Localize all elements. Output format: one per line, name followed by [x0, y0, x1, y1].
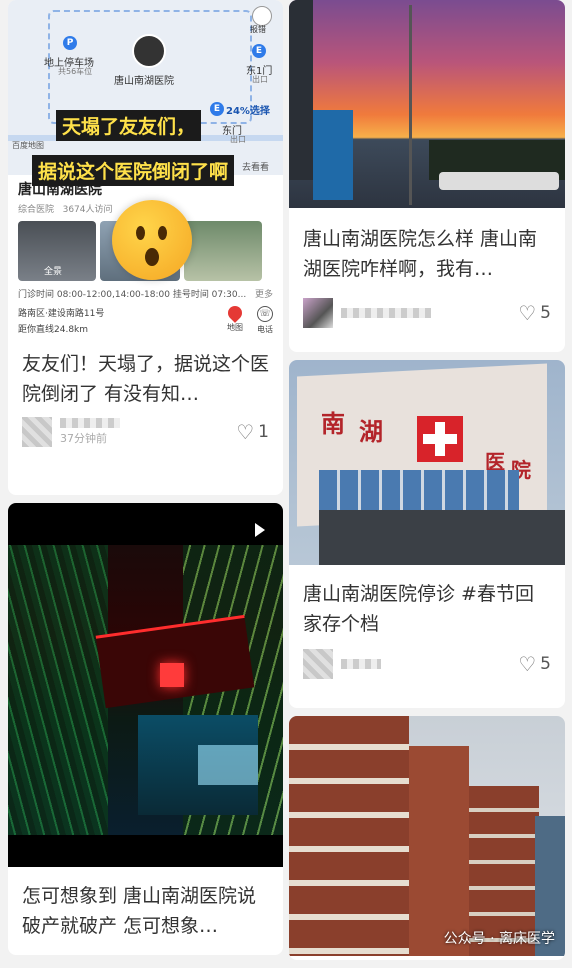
red-cross-icon	[417, 416, 463, 462]
post-card-old-building[interactable]: 公众号 · 离床医学	[289, 716, 565, 960]
wechat-watermark: 公众号 · 离床医学	[443, 931, 555, 947]
overlay-caption-1: 天塌了友友们，	[56, 110, 202, 141]
parking-icon: P	[63, 36, 77, 50]
like-count: 5	[540, 303, 551, 323]
percent-label: 24%选择	[226, 106, 270, 117]
map-button[interactable]: 地图	[225, 303, 245, 335]
building	[313, 110, 353, 200]
right-column: 唐山南湖医院怎么样 唐山南湖医院咋样啊，我有… ♡ 5 南 湖 医 院 唐山南湖…	[289, 0, 565, 968]
like-count: 5	[540, 654, 551, 674]
author-avatar[interactable]	[303, 649, 333, 679]
play-icon[interactable]	[255, 523, 265, 537]
gate2-sub: 出口	[230, 135, 246, 144]
emoji-eye	[158, 226, 167, 240]
map-pin-label: 唐山南湖医院	[114, 76, 174, 87]
post-card-map[interactable]: P 地上停车场 共56车位 唐山南湖医院 E 东1门 出口 报错 E 24%选择…	[8, 0, 283, 495]
gate-icon: E	[252, 44, 266, 58]
exit-icon: E	[210, 102, 224, 116]
gate1-sub: 出口	[252, 75, 268, 84]
author-avatar[interactable]	[22, 417, 52, 447]
video-thumbnail[interactable]	[8, 503, 283, 867]
post-text[interactable]: 怎可想象到 唐山南湖医院说破产就破产 怎可想象…	[8, 867, 283, 941]
building	[289, 0, 313, 180]
poi-visits: 3674人访问	[62, 205, 113, 215]
post-text[interactable]: 唐山南湖医院停诊 #春节回家存个档	[289, 565, 565, 639]
left-column: P 地上停车场 共56车位 唐山南湖医院 E 东1门 出口 报错 E 24%选择…	[8, 0, 283, 963]
author-name-blurred[interactable]	[341, 659, 381, 669]
post-time: 37分钟前	[60, 432, 107, 445]
map-screenshot: P 地上停车场 共56车位 唐山南湖医院 E 东1门 出口 报错 E 24%选择…	[8, 0, 283, 186]
post-card-sunset[interactable]: 唐山南湖医院怎么样 唐山南湖医院咋样啊，我有… ♡ 5	[289, 0, 565, 352]
phone-button[interactable]: ☏ 电话	[257, 306, 273, 335]
location-icon	[225, 303, 245, 323]
post-text[interactable]: 友友们！天塌了，据说这个医院倒闭了 有没有知…	[8, 341, 283, 409]
post-card-hospital[interactable]: 南 湖 医 院 唐山南湖医院停诊 #春节回家存个档 ♡ 5	[289, 360, 565, 708]
phone-button-label: 电话	[257, 325, 273, 334]
street-lamp	[409, 5, 412, 205]
entrance-canopy	[319, 510, 565, 565]
night-hospital-scene	[8, 545, 283, 835]
like-count: 1	[258, 422, 269, 442]
heart-icon: ♡	[518, 652, 537, 676]
author-avatar[interactable]	[303, 298, 333, 328]
heart-icon: ♡	[236, 420, 255, 444]
poi-address: 路南区·建设南路11号	[18, 309, 105, 319]
thumb-photo-2[interactable]	[184, 221, 262, 281]
author-name-blurred[interactable]	[341, 308, 431, 318]
cross-icon	[160, 663, 184, 687]
poi-category: 综合医院	[18, 205, 55, 215]
poi-distance: 距你直线24.8km	[18, 325, 89, 335]
heart-icon: ♡	[518, 301, 537, 325]
poi-hours: 门诊时间 08:00-12:00,14:00-18:00 挂号时间 07:30.…	[18, 290, 247, 300]
report-icon[interactable]	[252, 6, 272, 26]
post-card-video[interactable]: 怎可想象到 唐山南湖医院说破产就破产 怎可想象…	[8, 503, 283, 955]
post-text[interactable]: 唐山南湖医院怎么样 唐山南湖医院咋样啊，我有…	[289, 208, 565, 284]
lobby-light	[198, 745, 258, 785]
emoji-mouth	[145, 248, 159, 266]
report-label[interactable]: 报错	[250, 24, 266, 35]
map-pin-icon[interactable]	[132, 34, 166, 68]
more-link[interactable]: 去看看	[242, 160, 269, 173]
like-button[interactable]: ♡ 5	[518, 652, 551, 676]
surprised-emoji-sticker	[112, 200, 192, 280]
sign-char: 南	[321, 410, 345, 438]
overlay-caption-2: 据说这个医院倒闭了啊	[32, 155, 235, 186]
phone-icon: ☏	[257, 306, 273, 322]
panorama-label: 全景	[44, 267, 63, 277]
like-button[interactable]: ♡ 5	[518, 301, 551, 325]
map-source: 百度地图	[12, 141, 44, 150]
parking-sub: 共56车位	[58, 67, 93, 76]
map-button-label: 地图	[227, 323, 243, 332]
sunset-street-photo[interactable]	[289, 0, 565, 208]
author-name-blurred[interactable]	[60, 418, 120, 428]
brick-building	[289, 716, 409, 956]
thumb-panorama[interactable]: 全景	[18, 221, 96, 281]
sign-char: 湖	[359, 418, 383, 446]
cars	[439, 172, 559, 190]
emoji-eye	[136, 226, 145, 240]
hospital-building-photo[interactable]: 南 湖 医 院	[289, 360, 565, 565]
poi-more[interactable]: 更多	[255, 287, 273, 300]
brick-building	[409, 746, 469, 956]
like-button[interactable]: ♡ 1	[236, 420, 269, 444]
old-brick-building-photo[interactable]: 公众号 · 离床医学	[289, 716, 565, 956]
